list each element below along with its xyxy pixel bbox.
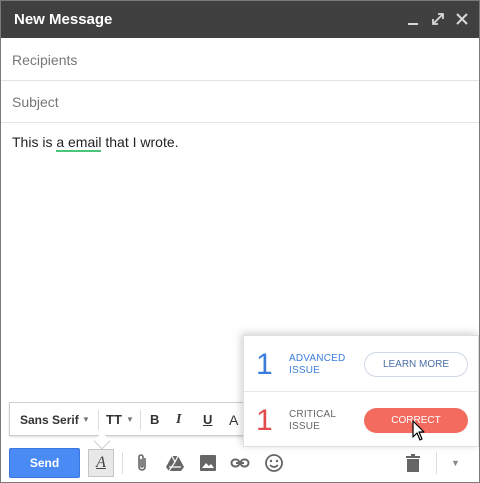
divider (436, 452, 437, 474)
divider (98, 410, 99, 430)
window-title: New Message (14, 11, 113, 28)
advanced-label-line2: ISSUE (289, 365, 321, 376)
message-body[interactable]: This is a email that I wrote. (12, 134, 179, 152)
flagged-phrase[interactable]: a email (56, 134, 102, 152)
formatting-toolbar: Sans Serif ▼ TT ▼ B I U A (9, 402, 269, 450)
recipients-field[interactable]: Recipients (1, 39, 479, 81)
critical-issue-label: CRITICAL ISSUE (289, 409, 336, 433)
paperclip-icon[interactable] (133, 453, 153, 473)
font-family-select[interactable]: Sans Serif (20, 411, 79, 429)
emoji-icon[interactable] (264, 453, 284, 473)
title-bar: New Message (1, 1, 479, 38)
text-color-button[interactable]: A (229, 411, 238, 429)
more-options-icon[interactable]: ▼ (451, 458, 460, 468)
critical-issue-count: 1 (256, 404, 273, 437)
italic-button[interactable]: I (176, 411, 181, 429)
advanced-label-line1: ADVANCED (289, 353, 346, 364)
minimize-icon[interactable] (405, 10, 423, 28)
send-button[interactable]: Send (9, 448, 80, 478)
formatting-options-button[interactable]: A (88, 449, 114, 477)
chevron-down-icon[interactable]: ▼ (82, 411, 90, 429)
body-text-after: that I wrote. (101, 134, 179, 150)
bold-button[interactable]: B (150, 411, 159, 429)
photo-icon[interactable] (198, 453, 218, 473)
learn-more-button[interactable]: LEARN MORE (364, 352, 468, 377)
compose-window: New Message Recipients Subject This is a… (0, 0, 480, 483)
divider (140, 410, 141, 430)
subject-field[interactable]: Subject (1, 81, 479, 123)
critical-issue-row: 1 CRITICAL ISSUE CORRECT (244, 392, 479, 448)
link-icon[interactable] (230, 453, 250, 473)
subject-placeholder: Subject (12, 94, 59, 110)
advanced-issue-row: 1 ADVANCED ISSUE LEARN MORE (244, 336, 479, 392)
body-text-before: This is (12, 134, 57, 150)
grammar-check-popup: 1 ADVANCED ISSUE LEARN MORE 1 CRITICAL I… (243, 335, 479, 447)
underline-button[interactable]: U (203, 411, 212, 429)
critical-label-line1: CRITICAL (289, 409, 337, 420)
divider (122, 452, 123, 474)
recipients-placeholder: Recipients (12, 52, 78, 68)
chevron-down-icon[interactable]: ▼ (126, 411, 134, 429)
mouse-pointer-icon (412, 420, 426, 442)
advanced-issue-count: 1 (256, 348, 273, 381)
font-size-icon[interactable]: TT (106, 411, 122, 429)
critical-label-line2: ISSUE (289, 421, 321, 432)
close-icon[interactable] (453, 10, 471, 28)
drive-icon[interactable] (165, 453, 185, 473)
trash-icon[interactable] (403, 453, 423, 473)
expand-icon[interactable] (429, 10, 447, 28)
advanced-issue-label: ADVANCED ISSUE (289, 353, 345, 377)
compose-action-bar: Send A ▼ (1, 442, 479, 482)
